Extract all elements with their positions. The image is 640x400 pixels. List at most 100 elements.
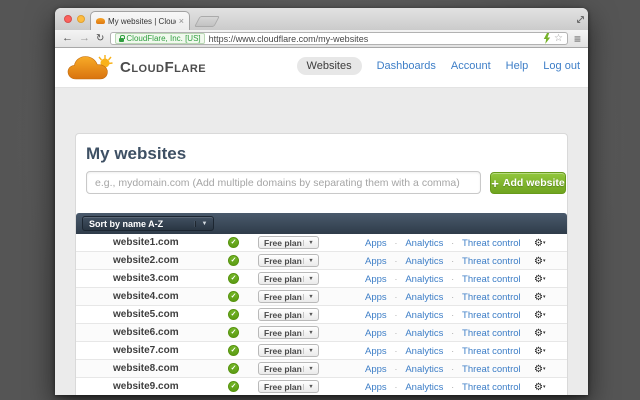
add-domain-input[interactable] [86,171,481,194]
nav-help[interactable]: Help [506,60,529,72]
chrome-menu-icon[interactable]: ≡ [574,33,581,45]
analytics-link[interactable]: Analytics [405,238,443,249]
analytics-link[interactable]: Analytics [405,382,443,393]
settings-gear-menu[interactable]: ⚙▾ [534,342,545,361]
row-actions: Apps · Analytics · Threat control [365,288,521,306]
nav-account[interactable]: Account [451,60,491,72]
analytics-link[interactable]: Analytics [405,310,443,321]
threat-control-link[interactable]: Threat control [462,328,521,339]
new-tab-button[interactable] [194,16,220,27]
plan-select[interactable]: Free plan ▼ [258,272,319,285]
website-domain[interactable]: website5.com [113,306,179,324]
row-actions: Apps · Analytics · Threat control [365,306,521,324]
plan-select[interactable]: Free plan ▼ [258,326,319,339]
apps-link[interactable]: Apps [365,292,387,303]
separator-dot: · [394,346,398,356]
threat-control-link[interactable]: Threat control [462,256,521,267]
threat-control-link[interactable]: Threat control [462,238,521,249]
analytics-link[interactable]: Analytics [405,256,443,267]
back-icon[interactable]: ← [62,33,73,44]
plan-label: Free plan [264,237,302,248]
website-domain[interactable]: website1.com [113,234,179,252]
apps-link[interactable]: Apps [365,382,387,393]
settings-gear-menu[interactable]: ⚙▾ [534,288,545,307]
gear-icon: ⚙ [534,382,543,393]
address-bar[interactable]: CloudFlare, Inc. [US] https://www.cloudf… [110,32,568,45]
plan-label: Free plan [264,327,302,338]
row-actions: Apps · Analytics · Threat control [365,270,521,288]
minimize-window-button[interactable] [77,15,85,23]
settings-gear-menu[interactable]: ⚙▾ [534,234,545,253]
separator-dot: · [394,364,398,374]
separator-dot: · [451,274,455,284]
plan-select[interactable]: Free plan ▼ [258,236,319,249]
cloudflare-logo[interactable]: CloudFlare [67,53,206,82]
nav-dashboards[interactable]: Dashboards [377,60,436,72]
settings-gear-menu[interactable]: ⚙▾ [534,324,545,343]
nav-websites[interactable]: Websites [296,57,362,75]
bookmark-star-icon[interactable]: ☆ [554,33,563,44]
browser-tab[interactable]: My websites | CloudFlare × [90,11,190,30]
apps-link[interactable]: Apps [365,256,387,267]
plan-select[interactable]: Free plan ▼ [258,362,319,375]
row-actions: Apps · Analytics · Threat control [365,324,521,342]
apps-link[interactable]: Apps [365,274,387,285]
analytics-link[interactable]: Analytics [405,274,443,285]
settings-gear-menu[interactable]: ⚙▾ [534,270,545,289]
threat-control-link[interactable]: Threat control [462,346,521,357]
plan-select[interactable]: Free plan ▼ [258,308,319,321]
nav-logout[interactable]: Log out [543,60,580,72]
threat-control-link[interactable]: Threat control [462,274,521,285]
apps-link[interactable]: Apps [365,364,387,375]
analytics-link[interactable]: Analytics [405,328,443,339]
plan-select[interactable]: Free plan ▼ [258,344,319,357]
separator-dot: · [451,256,455,266]
website-domain[interactable]: website3.com [113,270,179,288]
settings-gear-menu[interactable]: ⚙▾ [534,252,545,271]
website-domain[interactable]: website9.com [113,378,179,395]
tab-close-icon[interactable]: × [179,16,184,26]
status-active-icon: ✓ [228,273,239,284]
close-window-button[interactable] [64,15,72,23]
threat-control-link[interactable]: Threat control [462,292,521,303]
cloudflare-favicon-icon [96,18,105,24]
settings-gear-menu[interactable]: ⚙▾ [534,306,545,325]
website-domain[interactable]: website2.com [113,252,179,270]
extension-bolt-icon[interactable] [543,33,551,44]
omnibox-actions: ☆ [543,33,563,44]
website-domain[interactable]: website7.com [113,342,179,360]
gear-icon: ⚙ [534,346,543,357]
refresh-icon[interactable]: ↻ [96,33,104,44]
analytics-link[interactable]: Analytics [405,346,443,357]
plan-select[interactable]: Free plan ▼ [258,290,319,303]
sort-toolbar: Sort by name A-Z ▼ [76,213,567,234]
website-domain[interactable]: website4.com [113,288,179,306]
analytics-link[interactable]: Analytics [405,364,443,375]
plan-select[interactable]: Free plan ▼ [258,380,319,393]
threat-control-link[interactable]: Threat control [462,382,521,393]
chevron-down-icon: ▾ [542,348,546,354]
gear-icon: ⚙ [534,292,543,303]
ssl-certificate-badge[interactable]: CloudFlare, Inc. [US] [115,33,205,44]
sort-dropdown[interactable]: Sort by name A-Z ▼ [82,216,214,231]
gear-icon: ⚙ [534,310,543,321]
chevron-down-icon: ▼ [303,275,318,282]
threat-control-link[interactable]: Threat control [462,364,521,375]
plan-label: Free plan [264,291,302,302]
apps-link[interactable]: Apps [365,238,387,249]
website-domain[interactable]: website8.com [113,360,179,378]
settings-gear-menu[interactable]: ⚙▾ [534,360,545,379]
forward-icon[interactable]: → [79,33,90,44]
table-row: website1.com ✓ Free plan ▼ Apps · Analyt… [76,234,567,252]
apps-link[interactable]: Apps [365,346,387,357]
add-website-button[interactable]: + Add website [490,172,566,194]
website-domain[interactable]: website6.com [113,324,179,342]
apps-link[interactable]: Apps [365,328,387,339]
analytics-link[interactable]: Analytics [405,292,443,303]
plan-select[interactable]: Free plan ▼ [258,254,319,267]
threat-control-link[interactable]: Threat control [462,310,521,321]
apps-link[interactable]: Apps [365,310,387,321]
gear-icon: ⚙ [534,274,543,285]
site-header: CloudFlare Websites Dashboards Account H… [55,48,588,88]
settings-gear-menu[interactable]: ⚙▾ [534,378,545,395]
